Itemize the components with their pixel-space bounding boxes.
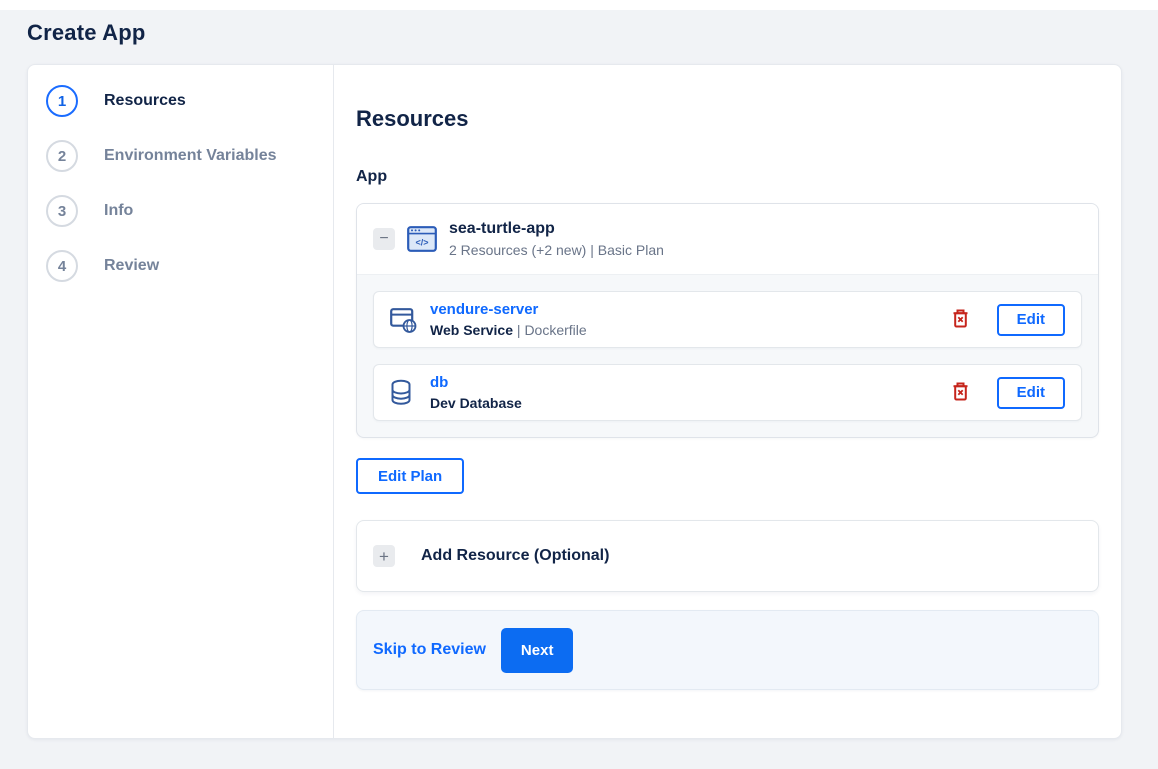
code-window-icon: </>: [407, 226, 437, 252]
resource-source: Dockerfile: [524, 322, 587, 338]
resource-row-db: db Dev Database Edit: [373, 364, 1082, 421]
app-title-block: sea-turtle-app 2 Resources (+2 new) | Ba…: [449, 220, 664, 258]
create-app-card: 1 Resources 2 Environment Variables 3 In…: [27, 64, 1122, 739]
top-strip: [0, 0, 1158, 10]
app-section-label: App: [356, 168, 388, 185]
app-meta: 2 Resources (+2 new) | Basic Plan: [449, 242, 664, 258]
next-button[interactable]: Next: [500, 627, 574, 673]
delete-resource-button[interactable]: [948, 305, 973, 335]
step-label: Review: [104, 257, 160, 274]
step-review[interactable]: 4 Review: [46, 250, 333, 282]
resource-name-link[interactable]: db: [430, 374, 448, 391]
delete-resource-button[interactable]: [948, 378, 973, 408]
add-resource-label: Add Resource (Optional): [421, 547, 610, 564]
resource-type: Web Service: [430, 322, 514, 338]
page-title: Create App: [27, 20, 146, 45]
wizard-footer: Skip to Review Next: [356, 610, 1099, 690]
minus-icon: −: [379, 230, 389, 247]
resource-separator: |: [513, 322, 525, 338]
step-environment-variables[interactable]: 2 Environment Variables: [46, 140, 333, 172]
content-heading: Resources: [356, 106, 469, 131]
app-resource-list: vendure-server Web Service | Dockerfile: [357, 275, 1098, 437]
step-label: Info: [104, 202, 134, 219]
trash-icon: [952, 309, 969, 331]
svg-text:</>: </>: [415, 238, 428, 248]
step-number-badge: 1: [46, 85, 78, 117]
resource-text-block: vendure-server Web Service | Dockerfile: [430, 301, 948, 338]
plus-icon: +: [373, 545, 395, 567]
edit-resource-button[interactable]: Edit: [996, 376, 1065, 409]
web-service-icon: [390, 306, 418, 334]
page-header: Create App: [0, 10, 1158, 64]
step-number-badge: 4: [46, 250, 78, 282]
step-label: Resources: [104, 92, 186, 109]
app-group-card: − </> sea-turtle-app 2 Resources (+2 new…: [356, 203, 1099, 438]
skip-to-review-link[interactable]: Skip to Review: [373, 641, 486, 659]
resource-type: Dev Database: [430, 395, 522, 411]
edit-resource-button[interactable]: Edit: [996, 303, 1065, 336]
resource-name-link[interactable]: vendure-server: [430, 301, 538, 318]
add-resource-button[interactable]: + Add Resource (Optional): [356, 520, 1099, 592]
app-name: sea-turtle-app: [449, 220, 555, 237]
trash-icon: [952, 382, 969, 404]
step-info[interactable]: 3 Info: [46, 195, 333, 227]
resource-row-vendure-server: vendure-server Web Service | Dockerfile: [373, 291, 1082, 348]
step-resources[interactable]: 1 Resources: [46, 85, 333, 117]
edit-plan-button[interactable]: Edit Plan: [356, 458, 465, 494]
resource-text-block: db Dev Database: [430, 374, 948, 411]
resource-type-line: Web Service | Dockerfile: [430, 322, 948, 338]
step-number-badge: 2: [46, 140, 78, 172]
app-group-header: − </> sea-turtle-app 2 Resources (+2 new…: [357, 204, 1098, 275]
resources-step-content: Resources App − </> sea-turtle-app 2 Res…: [334, 65, 1121, 738]
step-number-badge: 3: [46, 195, 78, 227]
resource-type-line: Dev Database: [430, 395, 948, 411]
step-label: Environment Variables: [104, 147, 277, 164]
database-icon: [390, 379, 418, 407]
collapse-app-button[interactable]: −: [373, 228, 395, 250]
wizard-steps-sidebar: 1 Resources 2 Environment Variables 3 In…: [28, 65, 334, 738]
